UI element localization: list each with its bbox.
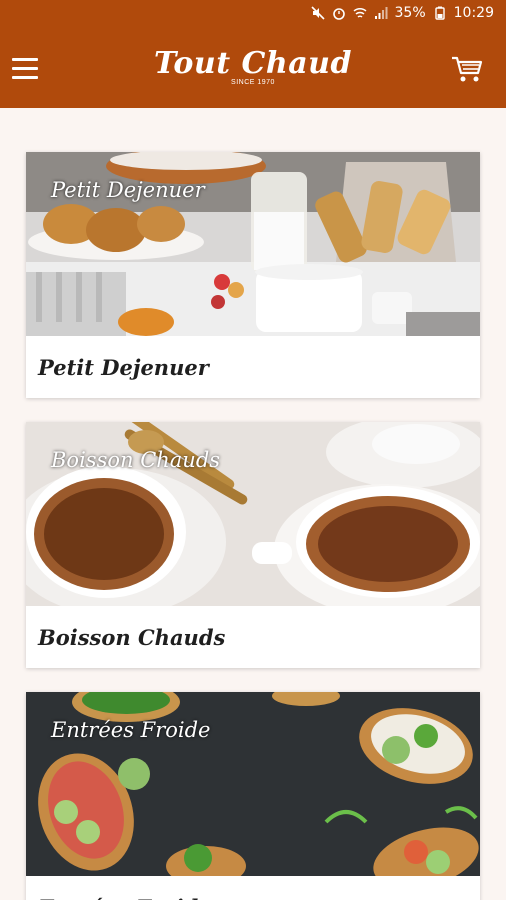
category-image: Petit Dejenuer [26, 152, 480, 336]
category-image-title: Boisson Chauds [51, 448, 221, 472]
category-label: Petit Dejenuer [38, 354, 209, 380]
app-logo: Tout Chaud SINCE 1970 [0, 46, 506, 86]
wifi-icon [353, 7, 367, 18]
status-bar: 35% 10:29 [0, 0, 506, 30]
alarm-icon [332, 8, 345, 20]
category-image: Boisson Chauds [26, 422, 480, 606]
logo-title: Tout Chaud [154, 46, 352, 81]
category-card-petit-dejenuer[interactable]: Petit Dejenuer Petit Dejenuer [26, 152, 480, 398]
category-card-entrees-froide[interactable]: Entrées Froide Entrées Froide [26, 692, 480, 900]
category-label: Boisson Chauds [38, 624, 226, 650]
category-list: Petit Dejenuer Petit Dejenuer Boisson Ch… [0, 108, 506, 900]
mute-icon [310, 6, 325, 20]
logo-subtitle: SINCE 1970 [231, 79, 275, 86]
app-bar: Tout Chaud SINCE 1970 [0, 30, 506, 108]
battery-icon [434, 6, 445, 20]
category-label: Entrées Froide [26, 876, 480, 900]
category-image-title: Petit Dejenuer [51, 178, 205, 202]
category-image-title: Entrées Froide [51, 718, 211, 742]
clock: 10:29 [453, 5, 494, 21]
status-icons: 35% 10:29 [310, 5, 494, 21]
category-card-boisson-chauds[interactable]: Boisson Chauds Boisson Chauds [26, 422, 480, 668]
signal-icon [374, 7, 388, 19]
cart-icon[interactable] [450, 54, 484, 84]
battery-percent: 35% [394, 5, 426, 21]
category-image: Entrées Froide [26, 692, 480, 876]
